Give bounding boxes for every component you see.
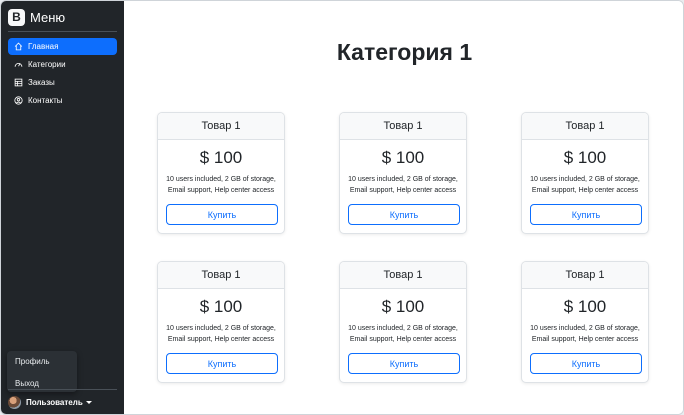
user-menu-toggle[interactable]: Пользователь <box>8 396 92 409</box>
product-description: 10 users included, 2 GB of storage, Emai… <box>340 323 466 345</box>
product-description: 10 users included, 2 GB of storage, Emai… <box>340 174 466 196</box>
product-price: $ 100 <box>199 148 243 167</box>
description-line: 10 users included, 2 GB of storage, <box>348 176 458 183</box>
product-description: 10 users included, 2 GB of storage, Emai… <box>158 174 284 196</box>
dropdown-item-logout[interactable]: Выход <box>15 379 39 388</box>
product-description: 10 users included, 2 GB of storage, Emai… <box>158 323 284 345</box>
speedometer-icon <box>14 60 23 69</box>
description-line: 10 users included, 2 GB of storage, <box>530 325 640 332</box>
page-title: Категория 1 <box>336 39 473 65</box>
sidebar-item-contacts[interactable]: Контакты <box>8 92 117 109</box>
home-icon <box>14 42 23 51</box>
sidebar-nav: Главная Категории Заказы Контакты <box>8 38 117 110</box>
product-name: Товар 1 <box>522 113 648 140</box>
buy-button[interactable]: Купить <box>348 353 460 374</box>
sidebar-item-categories[interactable]: Категории <box>8 56 117 73</box>
brand[interactable]: B Меню <box>8 7 65 27</box>
product-card: Товар 1 $ 100 10 users included, 2 GB of… <box>157 261 285 383</box>
sidebar-item-orders[interactable]: Заказы <box>8 74 117 91</box>
description-line: 10 users included, 2 GB of storage, <box>166 325 276 332</box>
sidebar-divider <box>8 31 117 32</box>
buy-button[interactable]: Купить <box>166 353 278 374</box>
sidebar-item-label: Категории <box>28 60 66 69</box>
sidebar-item-label: Контакты <box>28 96 63 105</box>
bootstrap-logo-icon: B <box>8 8 25 26</box>
product-card: Товар 1 $ 100 10 users included, 2 GB of… <box>339 112 467 234</box>
product-description: 10 users included, 2 GB of storage, Emai… <box>522 174 648 196</box>
buy-button[interactable]: Купить <box>530 353 642 374</box>
product-name: Товар 1 <box>340 262 466 289</box>
product-price: $ 100 <box>381 148 425 167</box>
sidebar-item-label: Заказы <box>28 78 55 87</box>
user-dropdown-menu: Профиль Выход <box>7 351 77 392</box>
product-card: Товар 1 $ 100 10 users included, 2 GB of… <box>521 261 649 383</box>
product-name: Товар 1 <box>158 113 284 140</box>
buy-button[interactable]: Купить <box>166 204 278 225</box>
description-line: Email support, Help center access <box>531 336 639 343</box>
sidebar-item-label: Главная <box>28 42 59 51</box>
product-name: Товар 1 <box>158 262 284 289</box>
app-window: B Меню Главная Категории Заказы Контакты… <box>0 0 684 415</box>
main-content: Категория 1 Товар 1 $ 100 10 users inclu… <box>124 1 683 414</box>
dropdown-item-profile[interactable]: Профиль <box>15 357 50 366</box>
person-circle-icon <box>14 96 23 105</box>
product-name: Товар 1 <box>522 262 648 289</box>
table-icon <box>14 78 23 87</box>
product-card: Товар 1 $ 100 10 users included, 2 GB of… <box>339 261 467 383</box>
sidebar: B Меню Главная Категории Заказы Контакты… <box>1 1 124 414</box>
caret-down-icon <box>85 401 92 404</box>
description-line: Email support, Help center access <box>167 336 275 343</box>
description-line: Email support, Help center access <box>531 187 639 194</box>
sidebar-divider <box>8 389 117 390</box>
product-name: Товар 1 <box>340 113 466 140</box>
product-card: Товар 1 $ 100 10 users included, 2 GB of… <box>157 112 285 234</box>
product-price: $ 100 <box>381 297 425 316</box>
buy-button[interactable]: Купить <box>348 204 460 225</box>
product-price: $ 100 <box>199 297 243 316</box>
brand-title: Меню <box>30 9 66 25</box>
buy-button[interactable]: Купить <box>530 204 642 225</box>
product-card: Товар 1 $ 100 10 users included, 2 GB of… <box>521 112 649 234</box>
user-name: Пользователь <box>26 398 83 407</box>
product-description: 10 users included, 2 GB of storage, Emai… <box>522 323 648 345</box>
description-line: 10 users included, 2 GB of storage, <box>530 176 640 183</box>
description-line: Email support, Help center access <box>349 336 457 343</box>
description-line: Email support, Help center access <box>349 187 457 194</box>
product-price: $ 100 <box>563 297 607 316</box>
description-line: 10 users included, 2 GB of storage, <box>348 325 458 332</box>
description-line: 10 users included, 2 GB of storage, <box>166 176 276 183</box>
description-line: Email support, Help center access <box>167 187 275 194</box>
avatar <box>8 396 21 409</box>
product-price: $ 100 <box>563 148 607 167</box>
sidebar-item-home[interactable]: Главная <box>8 38 117 55</box>
